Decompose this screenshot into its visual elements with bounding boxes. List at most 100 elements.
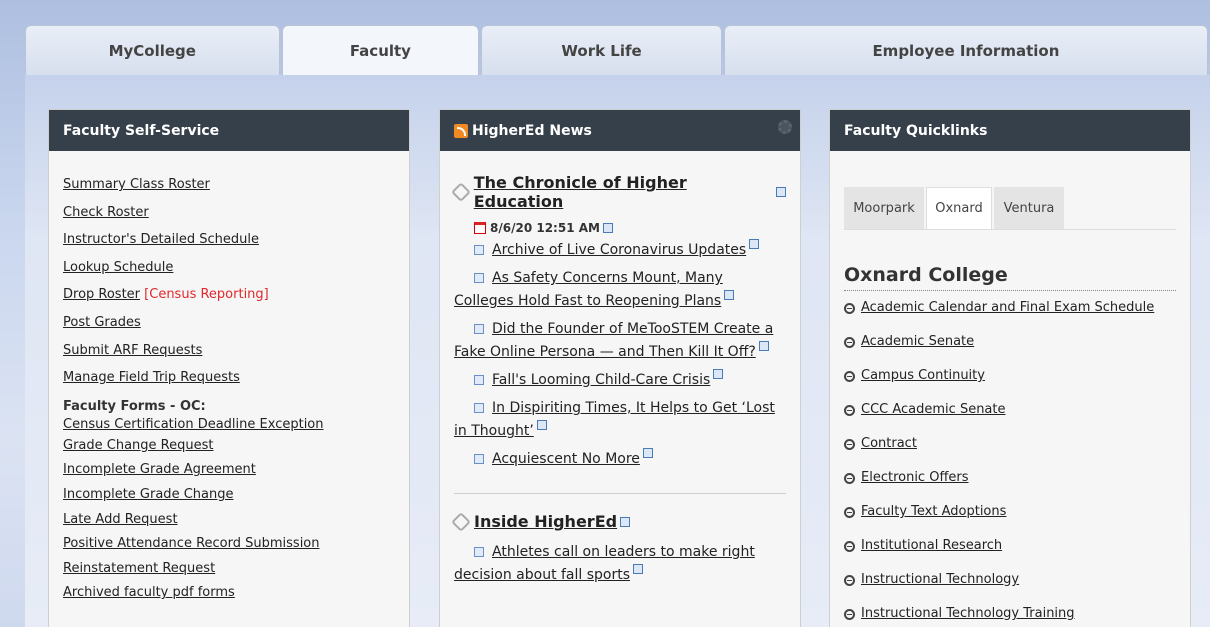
inside-highered-link[interactable]: Inside HigherEd bbox=[474, 512, 617, 531]
expand-icon[interactable] bbox=[474, 403, 484, 413]
news-link[interactable]: Athletes call on leaders to make right d… bbox=[454, 544, 755, 583]
submit-arf-link[interactable]: Submit ARF Requests bbox=[63, 337, 395, 365]
post-grades-link[interactable]: Post Grades bbox=[63, 309, 395, 337]
field-trip-link[interactable]: Manage Field Trip Requests bbox=[63, 364, 395, 392]
rss-icon bbox=[454, 123, 468, 138]
check-roster-link[interactable]: Check Roster bbox=[63, 199, 395, 227]
tab-ventura[interactable]: Ventura bbox=[994, 187, 1064, 229]
news-item: Athletes call on leaders to make right d… bbox=[454, 541, 786, 587]
quicklink-link[interactable]: Academic Senate bbox=[861, 325, 974, 359]
news-item: Acquiescent No More bbox=[454, 448, 786, 471]
quicklink-item: Academic Senate bbox=[844, 325, 1176, 359]
form-link[interactable]: Incomplete Grade Change bbox=[63, 483, 395, 508]
form-link[interactable]: Reinstatement Request bbox=[63, 557, 395, 582]
quicklink-link[interactable]: Instructional Technology bbox=[861, 563, 1019, 597]
news-item: As Safety Concerns Mount, Many Colleges … bbox=[454, 267, 786, 313]
quicklink-item: Faculty Text Adoptions bbox=[844, 495, 1176, 529]
tab-moorpark[interactable]: Moorpark bbox=[844, 187, 924, 229]
collapse-icon[interactable] bbox=[844, 540, 855, 552]
portlet-title: Faculty Quicklinks bbox=[830, 110, 1190, 151]
quicklink-link[interactable]: Institutional Research bbox=[861, 529, 1002, 563]
external-link-icon[interactable] bbox=[713, 369, 724, 379]
news-link[interactable]: As Safety Concerns Mount, Many Colleges … bbox=[454, 270, 723, 309]
external-link-icon[interactable] bbox=[536, 420, 547, 430]
summary-class-roster-link[interactable]: Summary Class Roster bbox=[63, 171, 395, 199]
expand-icon[interactable] bbox=[474, 245, 484, 255]
collapse-icon[interactable] bbox=[844, 404, 855, 416]
external-link-icon[interactable] bbox=[620, 516, 631, 527]
campus-tabs: Moorpark Oxnard Ventura bbox=[844, 187, 1176, 230]
form-link[interactable]: Positive Attendance Record Submission bbox=[63, 532, 395, 557]
quicklink-link[interactable]: Electronic Offers bbox=[861, 461, 969, 495]
quicklink-item: Contract bbox=[844, 427, 1176, 461]
quicklink-item: Electronic Offers bbox=[844, 461, 1176, 495]
news-link[interactable]: In Dispiriting Times, It Helps to Get ‘L… bbox=[454, 400, 775, 439]
tab-oxnard[interactable]: Oxnard bbox=[926, 187, 992, 229]
news-link[interactable]: Fall's Looming Child-Care Crisis bbox=[492, 372, 710, 388]
collapse-icon[interactable] bbox=[844, 506, 855, 518]
quicklink-link[interactable]: Faculty Text Adoptions bbox=[861, 495, 1006, 529]
gear-icon[interactable] bbox=[778, 120, 792, 134]
external-link-icon[interactable] bbox=[758, 341, 769, 351]
expand-icon[interactable] bbox=[474, 375, 484, 385]
expand-icon[interactable] bbox=[474, 324, 484, 334]
feed-title: The Chronicle of Higher Education bbox=[451, 173, 786, 211]
chronicle-link[interactable]: The Chronicle of Higher Education bbox=[474, 173, 774, 211]
feed-date: 8/6/20 12:51 AM bbox=[474, 221, 786, 235]
collapse-icon[interactable] bbox=[844, 336, 855, 348]
quicklink-link[interactable]: Academic Calendar and Final Exam Schedul… bbox=[861, 291, 1154, 325]
lookup-schedule-link[interactable]: Lookup Schedule bbox=[63, 254, 395, 282]
form-link[interactable]: Grade Change Request bbox=[63, 434, 395, 459]
news-link[interactable]: Did the Founder of MeTooSTEM Create a Fa… bbox=[454, 321, 773, 360]
drop-roster-row: Drop Roster [Census Reporting] bbox=[63, 281, 395, 309]
external-link-icon[interactable] bbox=[642, 448, 653, 458]
tag-icon bbox=[451, 511, 471, 532]
form-link[interactable]: Archived faculty pdf forms bbox=[63, 581, 395, 606]
quicklink-link[interactable]: CCC Academic Senate bbox=[861, 393, 1006, 427]
external-link-icon[interactable] bbox=[749, 239, 760, 249]
quicklink-link[interactable]: Instructional Technology Training bbox=[861, 597, 1075, 627]
quicklink-link[interactable]: Contract bbox=[861, 427, 917, 461]
quicklink-item: CCC Academic Senate bbox=[844, 393, 1176, 427]
collapse-icon[interactable] bbox=[844, 370, 855, 382]
external-link-icon[interactable] bbox=[776, 187, 786, 197]
tab-employee-information[interactable]: Employee Information bbox=[723, 25, 1208, 75]
tab-mycollege[interactable]: MyCollege bbox=[25, 25, 280, 75]
collapse-icon[interactable] bbox=[844, 472, 855, 484]
quicklink-item: Campus Continuity bbox=[844, 359, 1176, 393]
news-link[interactable]: Archive of Live Coronavirus Updates bbox=[492, 242, 746, 258]
news-item: In Dispiriting Times, It Helps to Get ‘L… bbox=[454, 397, 786, 443]
collapse-icon[interactable] bbox=[844, 574, 855, 586]
external-link-icon[interactable] bbox=[724, 290, 735, 300]
quicklinks-portlet: Faculty Quicklinks Moorpark Oxnard Ventu… bbox=[829, 109, 1191, 627]
portlet-title: Faculty Self-Service bbox=[49, 110, 409, 151]
tag-icon bbox=[451, 182, 471, 202]
expand-icon[interactable] bbox=[474, 273, 484, 283]
news-item: Did the Founder of MeTooSTEM Create a Fa… bbox=[454, 318, 786, 364]
feed-title: Inside HigherEd bbox=[451, 511, 786, 532]
calendar-icon bbox=[474, 222, 486, 234]
news-link[interactable]: Acquiescent No More bbox=[492, 451, 640, 467]
news-item: Fall's Looming Child-Care Crisis bbox=[454, 369, 786, 392]
form-link[interactable]: Incomplete Grade Agreement bbox=[63, 458, 395, 483]
external-link-icon[interactable] bbox=[633, 564, 644, 574]
quicklink-item: Instructional Technology bbox=[844, 563, 1176, 597]
quicklink-item: Instructional Technology Training bbox=[844, 597, 1176, 627]
self-service-portlet: Faculty Self-Service Summary Class Roste… bbox=[48, 109, 410, 627]
external-link-icon[interactable] bbox=[602, 223, 613, 233]
collapse-icon[interactable] bbox=[844, 608, 855, 620]
form-link[interactable]: Census Certification Deadline Exception bbox=[63, 416, 395, 434]
news-item: Archive of Live Coronavirus Updates bbox=[454, 239, 786, 262]
tab-faculty[interactable]: Faculty bbox=[281, 25, 480, 75]
date-text: 8/6/20 12:51 AM bbox=[490, 221, 600, 235]
quicklink-link[interactable]: Campus Continuity bbox=[861, 359, 985, 393]
collapse-icon[interactable] bbox=[844, 302, 855, 314]
expand-icon[interactable] bbox=[474, 454, 484, 464]
portlet-header: HigherEd News bbox=[440, 110, 800, 151]
tab-work-life[interactable]: Work Life bbox=[481, 25, 722, 75]
form-link[interactable]: Late Add Request bbox=[63, 508, 395, 533]
expand-icon[interactable] bbox=[474, 547, 484, 557]
drop-roster-link[interactable]: Drop Roster bbox=[63, 287, 140, 302]
instructor-schedule-link[interactable]: Instructor's Detailed Schedule bbox=[63, 226, 395, 254]
collapse-icon[interactable] bbox=[844, 438, 855, 450]
